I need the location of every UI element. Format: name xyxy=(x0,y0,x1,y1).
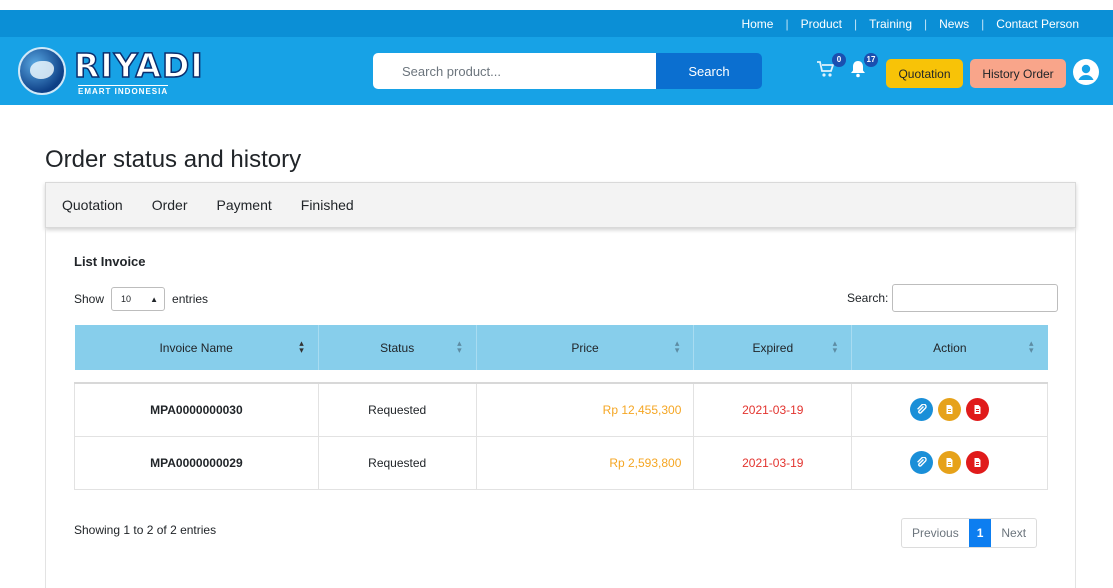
entries-select-value: 10 xyxy=(121,294,132,304)
invoice-table: Invoice Name ▴ ▾ Status ▴ ▾ Price ▴ ▾ Expir… xyxy=(74,325,1048,490)
column-label: Action xyxy=(933,340,967,355)
nav-separator: | xyxy=(785,16,789,31)
riyadi-logo[interactable]: RIYADI EMART INDONESIA xyxy=(18,43,218,99)
search-button[interactable]: Search xyxy=(656,53,762,89)
nav-training-link[interactable]: Training xyxy=(869,17,912,31)
file-pdf-icon xyxy=(974,458,981,467)
column-label: Status xyxy=(380,340,415,355)
price-cell: Rp 12,455,300 xyxy=(475,382,695,437)
nav-product-link[interactable]: Product xyxy=(801,17,842,31)
action-cell xyxy=(851,382,1048,437)
history-order-button[interactable]: History Order xyxy=(970,59,1066,88)
product-search: Search xyxy=(373,53,762,89)
sort-icon: ▴ ▾ xyxy=(674,338,680,355)
column-header-expired[interactable]: Expired ▴ ▾ xyxy=(693,325,853,370)
nav-news-link[interactable]: News xyxy=(939,17,969,31)
column-label: Price xyxy=(571,340,599,355)
page-title: Order status and history xyxy=(45,146,302,173)
tab-quotation[interactable]: Quotation xyxy=(62,197,123,213)
table-row: MPA0000000030 Requested Rp 12,455,300 20… xyxy=(74,382,1048,437)
price-cell: Rp 2,593,800 xyxy=(475,435,695,490)
user-account-icon[interactable] xyxy=(1072,58,1100,86)
delete-button[interactable] xyxy=(966,451,990,474)
paperclip-icon xyxy=(916,457,927,467)
entries-length-control: Show 10 ▲︎ entries xyxy=(74,286,208,312)
logo-subtext: EMART INDONESIA xyxy=(78,85,169,96)
cart-button[interactable]: 0 xyxy=(816,53,846,81)
file-icon xyxy=(946,405,953,415)
delete-button[interactable] xyxy=(966,398,990,422)
sort-icon: ▴ ▾ xyxy=(1028,338,1034,355)
pagination: Previous 1 Next xyxy=(901,518,1038,548)
cart-count-badge: 0 xyxy=(832,53,846,67)
file-pdf-icon xyxy=(974,405,981,415)
invoice-name-cell: MPA0000000029 xyxy=(74,435,319,490)
nav-contact-link[interactable]: Contact Person xyxy=(996,17,1079,31)
table-search-label: Search: xyxy=(847,291,889,305)
column-header-invoice-name[interactable]: Invoice Name ▴ ▾ xyxy=(74,325,319,370)
nav-separator: | xyxy=(853,16,858,31)
column-header-action[interactable]: Action ▴ ▾ xyxy=(851,325,1048,370)
table-search: Search: xyxy=(847,284,1059,312)
invoice-name-cell: MPA0000000030 xyxy=(74,382,319,437)
previous-page-button[interactable]: Previous xyxy=(902,519,969,547)
status-cell: Requested xyxy=(317,382,477,437)
sort-icon: ▴ ▾ xyxy=(832,338,838,355)
action-cell xyxy=(851,435,1048,490)
download-pdf-button[interactable] xyxy=(938,451,962,474)
table-row: MPA0000000029 Requested Rp 2,593,800 202… xyxy=(74,435,1048,490)
entries-select[interactable]: 10 ▲︎ xyxy=(111,287,166,311)
table-info: Showing 1 to 2 of 2 entries xyxy=(74,523,217,537)
page-1-button[interactable]: 1 xyxy=(968,519,992,547)
attachment-button[interactable] xyxy=(909,398,933,422)
next-page-button[interactable]: Next xyxy=(991,519,1036,547)
list-title: List Invoice xyxy=(74,254,146,269)
download-pdf-button[interactable] xyxy=(938,398,962,422)
attachment-button[interactable] xyxy=(909,451,933,474)
expired-cell: 2021-03-19 xyxy=(693,382,853,437)
top-nav-bar: Home | Product | Training | News | Conta… xyxy=(0,10,1113,37)
sort-icon: ▴ ▾ xyxy=(299,338,304,355)
nav-separator: | xyxy=(924,16,928,31)
paperclip-icon xyxy=(916,404,927,414)
status-cell: Requested xyxy=(317,435,477,490)
table-search-input[interactable] xyxy=(892,284,1059,312)
file-icon xyxy=(946,458,953,467)
search-input[interactable] xyxy=(373,53,656,89)
column-label: Expired xyxy=(752,340,794,355)
top-nav: Home | Product | Training | News | Conta… xyxy=(741,10,1079,37)
notification-count-badge: 17 xyxy=(864,53,878,67)
globe-logo-icon xyxy=(18,47,66,95)
main-header: RIYADI EMART INDONESIA Search 0 17 Quota… xyxy=(0,37,1113,105)
quotation-button[interactable]: Quotation xyxy=(886,59,963,88)
column-header-status[interactable]: Status ▴ ▾ xyxy=(318,325,477,370)
expired-cell: 2021-03-19 xyxy=(693,435,853,490)
show-label: Show xyxy=(74,292,105,306)
sort-arrows-icon: ▲︎ xyxy=(150,294,159,304)
tab-order[interactable]: Order xyxy=(152,197,188,213)
column-header-price[interactable]: Price ▴ ▾ xyxy=(476,325,695,370)
sort-icon: ▴ ▾ xyxy=(457,338,462,355)
logo-wordmark: RIYADI xyxy=(73,46,204,86)
nav-separator: | xyxy=(981,16,985,31)
entries-label: entries xyxy=(172,292,209,306)
tab-finished[interactable]: Finished xyxy=(301,197,354,213)
notification-button[interactable]: 17 xyxy=(848,53,878,81)
column-label: Invoice Name xyxy=(159,340,233,355)
nav-home-link[interactable]: Home xyxy=(741,17,773,31)
order-tabs: Quotation Order Payment Finished xyxy=(45,182,1076,228)
tab-payment[interactable]: Payment xyxy=(217,197,272,213)
